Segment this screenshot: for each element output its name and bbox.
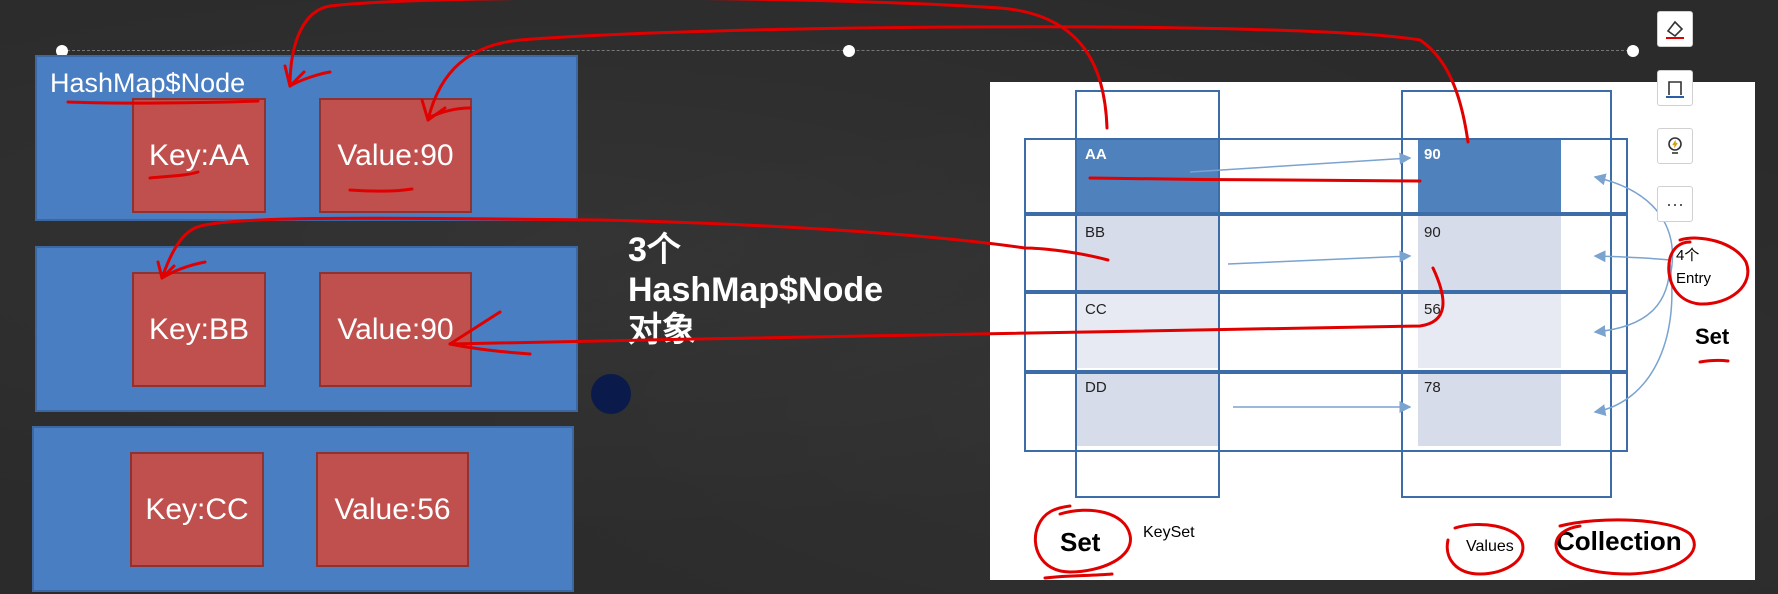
ink-annotations xyxy=(66,0,1750,580)
